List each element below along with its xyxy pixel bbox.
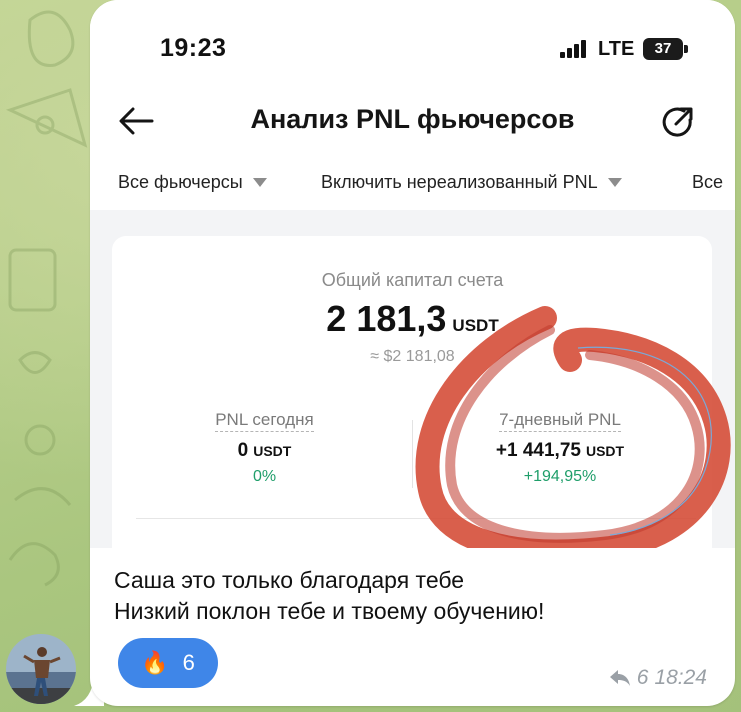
forward-count: 6: [636, 666, 649, 689]
pnl-7day-label: 7-дневный PNL: [499, 410, 621, 432]
reaction-count: 6: [182, 650, 195, 675]
message-meta: 6 18:24: [609, 666, 707, 690]
battery-level: 37: [646, 41, 680, 57]
pnl-7day-pct: +194,95%: [523, 468, 597, 485]
battery-icon: 37: [643, 38, 683, 60]
stats-divider: [412, 420, 413, 488]
filter-all-label: Все: [692, 172, 724, 192]
filter-futures[interactable]: Все фьючерсы: [118, 172, 267, 193]
message-line-2: Низкий поклон тебе и твоему обучению!: [114, 598, 545, 624]
card-divider: [136, 518, 696, 519]
fire-emoji: 🔥: [141, 650, 169, 675]
screen-title: Анализ PNL фьючерсов: [250, 104, 575, 134]
capital-usd: ≈ $2 181,08: [370, 348, 455, 365]
pnl-today-amount: 0: [237, 440, 249, 461]
message-bubble[interactable]: 19:23 LTE 37 Анализ PNL фьючерсов Все фь…: [90, 0, 735, 706]
message-text: Саша это только благодаря тебе Низкий по…: [114, 565, 544, 627]
capital-amount: 2 181,3: [326, 298, 447, 339]
pnl-today[interactable]: PNL сегодня 0 USDT 0%: [182, 410, 347, 486]
pnl-today-unit: USDT: [253, 443, 292, 459]
pnl-7day-value: +1 441,75 USDT: [455, 440, 665, 462]
message-time: 18:24: [654, 666, 707, 689]
capital-unit: USDT: [452, 316, 499, 335]
filter-unrealized[interactable]: Включить нереализованный PNL: [321, 172, 622, 193]
capital-value: 2 181,3 USDT: [90, 298, 735, 340]
status-time: 19:23: [160, 34, 227, 62]
network-label: LTE: [598, 38, 635, 60]
pnl-today-value: 0 USDT: [182, 440, 347, 462]
share-icon[interactable]: [662, 106, 694, 138]
filter-all[interactable]: Все: [692, 172, 723, 193]
attached-screenshot[interactable]: 19:23 LTE 37 Анализ PNL фьючерсов Все фь…: [90, 0, 735, 548]
forward-icon: [609, 670, 630, 686]
pnl-today-label: PNL сегодня: [215, 410, 314, 432]
pnl-7day-unit: USDT: [585, 443, 625, 459]
filter-unrealized-label: Включить нереализованный PNL: [321, 172, 598, 192]
filter-futures-label: Все фьючерсы: [118, 172, 243, 192]
signal-icon: [560, 40, 586, 58]
message-line-1: Саша это только благодаря тебе: [114, 567, 465, 593]
battery-nub: [684, 45, 688, 53]
reaction-button[interactable]: 🔥 6: [118, 638, 218, 688]
pnl-7day-amount: +1 441,75: [495, 440, 581, 461]
pnl-7day[interactable]: 7-дневный PNL +1 441,75 USDT +194,95%: [455, 410, 665, 486]
caret-down-icon: [252, 178, 267, 187]
pnl-today-pct: 0%: [252, 468, 277, 485]
sender-avatar[interactable]: [6, 634, 76, 704]
caret-down-icon: [607, 178, 622, 187]
capital-label: Общий капитал счета: [321, 270, 504, 290]
